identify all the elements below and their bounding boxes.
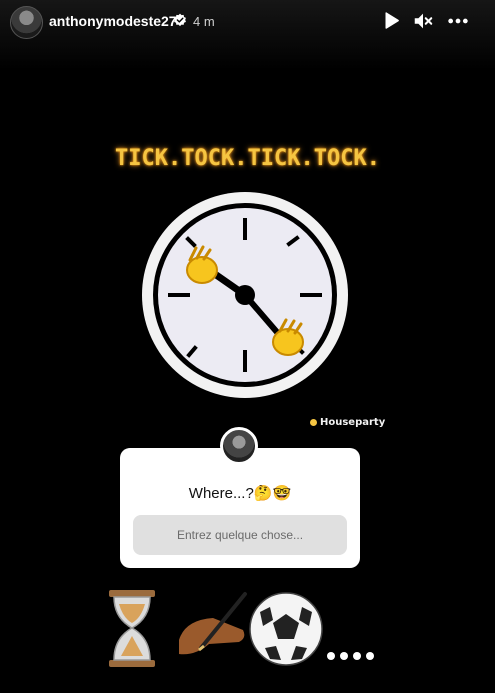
verified-badge-icon xyxy=(174,13,186,27)
dot xyxy=(353,652,361,660)
ellipsis-dots xyxy=(327,647,379,665)
dot xyxy=(327,652,335,660)
dot xyxy=(366,652,374,660)
clock-graphic xyxy=(142,192,348,398)
play-icon[interactable] xyxy=(380,10,402,32)
brand-label: Houseparty xyxy=(320,417,386,428)
mute-icon[interactable] xyxy=(412,10,434,32)
houseparty-logo-icon xyxy=(310,418,317,426)
hourglass-icon xyxy=(109,590,155,667)
story-header: anthonymodeste27 4 m xyxy=(0,0,495,70)
more-icon[interactable] xyxy=(447,10,469,32)
answer-input[interactable] xyxy=(133,515,347,555)
houseparty-watermark: Houseparty xyxy=(310,417,385,428)
username[interactable]: anthonymodeste27 xyxy=(49,13,177,29)
time-ago: 4 m xyxy=(193,14,215,29)
writing-hand-icon xyxy=(179,592,247,655)
story-title: TICK.TOCK.TICK.TOCK. xyxy=(115,146,380,171)
sticker-avatar xyxy=(220,427,258,465)
soccer-ball-icon xyxy=(249,592,323,666)
profile-avatar[interactable] xyxy=(10,6,43,39)
dot xyxy=(340,652,348,660)
question-text: Where...?🤔🤓 xyxy=(188,485,292,502)
